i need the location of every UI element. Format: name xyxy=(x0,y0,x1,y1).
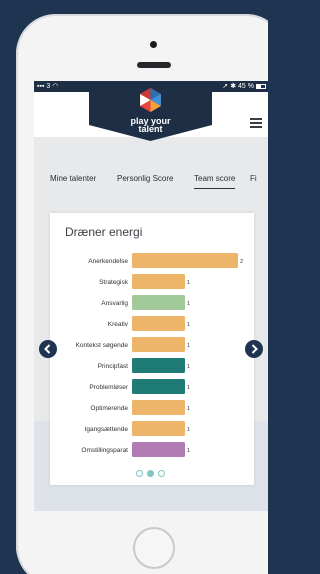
tab-team-score[interactable]: Team score xyxy=(194,174,236,189)
category-label: Principfast xyxy=(98,363,129,370)
bar-chart: Anerkendelse 2 Strategisk 1 Ansvarlig 1 Kreati… xyxy=(76,253,243,457)
bar xyxy=(132,379,185,394)
bar xyxy=(132,274,185,289)
battery-percent: ➚ ✱ 45 % xyxy=(222,81,254,92)
battery-fill xyxy=(257,85,261,88)
phone-screen: ▪▪▪ 3 ◠ 12.24 ➚ ✱ 45 % xyxy=(34,81,268,511)
next-chart-button[interactable] xyxy=(245,340,263,358)
page-dot[interactable] xyxy=(147,470,154,477)
category-label: Igangsættende xyxy=(85,426,129,433)
bluetooth-icon: ✱ xyxy=(230,83,237,90)
tab-partial-next[interactable]: Fi xyxy=(250,174,257,183)
category-label: Ansvarlig xyxy=(101,300,128,307)
location-icon: ➚ xyxy=(222,83,229,90)
category-label: Omstillingsparat xyxy=(81,447,128,454)
chevron-left-icon xyxy=(44,344,51,354)
value-label: 1 xyxy=(187,301,190,307)
category-label: Kreativ xyxy=(108,321,129,328)
value-label: 1 xyxy=(187,385,190,391)
brand-line-2: talent xyxy=(138,124,163,134)
brand-logo-text: play your talent xyxy=(89,117,212,134)
bar xyxy=(132,253,238,268)
category-label: Anerkendelse xyxy=(88,258,128,265)
bar xyxy=(132,421,185,436)
category-label: Kontekst søgende xyxy=(76,342,129,349)
value-label: 1 xyxy=(187,427,190,433)
category-label: Strategisk xyxy=(99,279,129,286)
screenshot-stage: ▪▪▪ 3 ◠ 12.24 ➚ ✱ 45 % xyxy=(0,0,268,574)
value-label: 1 xyxy=(187,448,190,454)
hamburger-menu-icon[interactable] xyxy=(250,118,262,128)
speaker-grille xyxy=(137,62,171,68)
bar xyxy=(132,358,185,373)
value-label: 1 xyxy=(187,364,190,370)
tab-mine-talenter[interactable]: Mine talenter xyxy=(50,174,96,183)
camera-icon xyxy=(150,41,157,48)
tab-bar: Mine talenter Personlig Score Team score… xyxy=(34,169,268,189)
bar xyxy=(132,295,185,310)
category-label: Optimerende xyxy=(90,405,128,412)
category-label: Problemløser xyxy=(89,384,128,391)
header-badge xyxy=(89,81,212,141)
chevron-right-icon xyxy=(251,344,258,354)
page-dot[interactable] xyxy=(158,470,165,477)
bar xyxy=(132,316,185,331)
value-label: 1 xyxy=(187,322,190,328)
value-label: 1 xyxy=(187,280,190,286)
tab-personlig-score[interactable]: Personlig Score xyxy=(117,174,173,183)
value-label: 1 xyxy=(187,343,190,349)
previous-chart-button[interactable] xyxy=(39,340,57,358)
battery-icon xyxy=(256,84,266,89)
page-dot[interactable] xyxy=(136,470,143,477)
home-button[interactable] xyxy=(133,527,175,569)
bar xyxy=(132,400,185,415)
bar xyxy=(132,337,185,352)
chart-card: Dræner energi Anerkendelse 2 Strategisk 1 An… xyxy=(50,213,254,485)
value-label: 1 xyxy=(187,406,190,412)
battery-text: 45 % xyxy=(238,83,254,90)
value-label: 2 xyxy=(240,259,243,265)
bar xyxy=(132,442,185,457)
